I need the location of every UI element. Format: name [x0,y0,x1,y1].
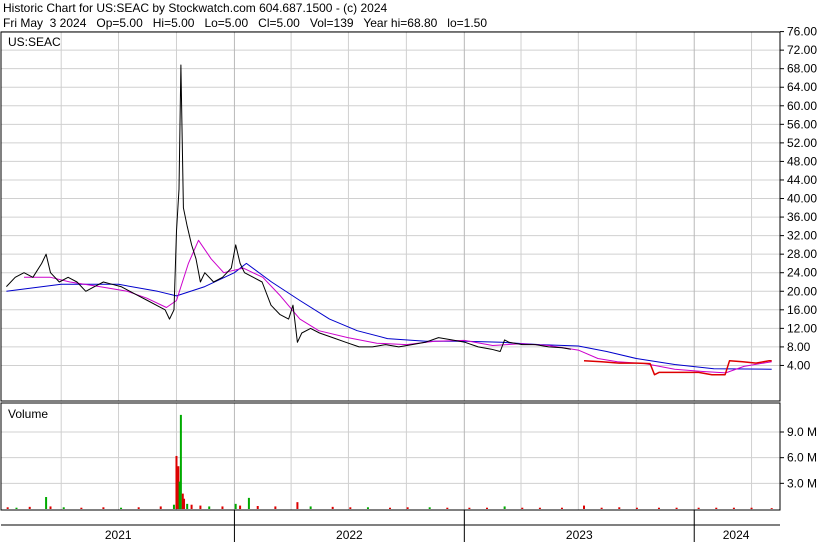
volume-bar [406,507,409,509]
price-tick-label: 48.00 [787,154,817,168]
volume-bar [186,503,189,509]
volume-bar [366,507,369,509]
volume-bar [190,504,193,509]
price-tick-label: 12.00 [787,321,817,335]
price-tick-label: 52.00 [787,136,817,150]
price-panel-title: US:SEAC [8,35,61,49]
price-tick-label: 68.00 [787,62,817,76]
volume-bar [120,507,123,509]
date-axis: 2021 2022 2023 2024 [105,510,750,542]
volume-bar [296,502,299,509]
volume-bar [446,507,449,509]
volume-bar [635,507,638,509]
year-label: 2024 [723,528,750,542]
price-tick-label: 4.00 [787,358,811,372]
volume-tick-label: 9.0 M [787,425,817,439]
volume-bar [600,507,603,509]
volume-bar [49,506,52,509]
volume-bar [159,506,162,509]
price-tick-label: 56.00 [787,117,817,131]
chart-header-quote: Fri May 3 2024 Op=5.00 Hi=5.00 Lo=5.00 C… [3,16,487,30]
volume-bar [521,507,524,509]
stock-chart: Historic Chart for US:SEAC by Stockwatch… [0,1,817,542]
price-tick-label: 60.00 [787,99,817,113]
volume-bar [770,508,773,509]
price-tick-label: 64.00 [787,80,817,94]
price-y-axis: 76.00 72.00 68.00 64.00 60.00 56.00 52.00 48.00… [780,25,817,372]
volume-bar [331,506,334,509]
price-tick-label: 8.00 [787,340,811,354]
volume-bar [486,507,488,509]
price-tick-label: 72.00 [787,43,817,57]
volume-panel-title: Volume [8,407,48,421]
chart-header-title: Historic Chart for US:SEAC by Stockwatch… [3,1,387,15]
volume-bar [256,506,259,509]
volume-bar [221,506,224,509]
ma-short-line [24,239,772,374]
volume-bar [750,507,753,509]
volume-bar [102,507,105,509]
volume-tick-label: 3.0 M [787,476,817,490]
volume-bar [45,497,48,509]
price-tick-label: 16.00 [787,303,817,317]
ma-long-line [6,262,772,370]
volume-bar [6,507,9,509]
year-label: 2023 [566,528,593,542]
price-tick-label: 24.00 [787,266,817,280]
volume-gridlines [1,403,780,510]
volume-y-axis: 9.0 M 6.0 M 3.0 M [780,425,817,490]
ma-long-series [6,262,772,370]
volume-bar [80,507,83,509]
volume-bar [274,506,277,509]
volume-bar [239,505,242,509]
volume-bar [199,505,202,509]
volume-bar [618,507,621,509]
volume-bar [309,506,312,509]
volume-bar [583,505,585,509]
ma-short-series [24,239,772,374]
volume-bar [675,507,678,509]
price-line [6,64,571,352]
price-tick-label: 76.00 [787,25,817,39]
volume-bar [247,497,250,509]
volume-bar [715,507,718,509]
volume-bar [349,507,352,509]
volume-bar [62,507,65,509]
volume-bar [179,414,182,509]
volume-bar [183,498,186,509]
price-tick-label: 44.00 [787,173,817,187]
price-tick-label: 36.00 [787,210,817,224]
price-tick-label: 32.00 [787,229,817,243]
price-line-red [583,360,772,376]
volume-bar [468,507,471,509]
volume-bar [697,507,700,509]
volume-bar [15,507,18,509]
year-label: 2022 [336,528,363,542]
volume-bar [657,507,660,509]
volume-bar [389,507,391,509]
year-label: 2021 [105,528,132,542]
volume-bar [428,507,431,509]
volume-bars [6,414,773,509]
volume-bar [538,507,541,509]
volume-bar [234,503,237,509]
price-tick-label: 40.00 [787,192,817,206]
volume-panel-frame [0,402,781,511]
volume-bar [208,506,211,509]
volume-bar [560,507,563,509]
price-tick-label: 28.00 [787,247,817,261]
volume-bar [137,507,140,509]
price-tick-label: 20.00 [787,284,817,298]
volume-bar [172,504,175,509]
volume-bar [732,507,735,509]
volume-bar [28,506,31,509]
volume-bar [503,506,506,509]
volume-tick-label: 6.0 M [787,451,817,465]
volume-bar [175,455,178,509]
